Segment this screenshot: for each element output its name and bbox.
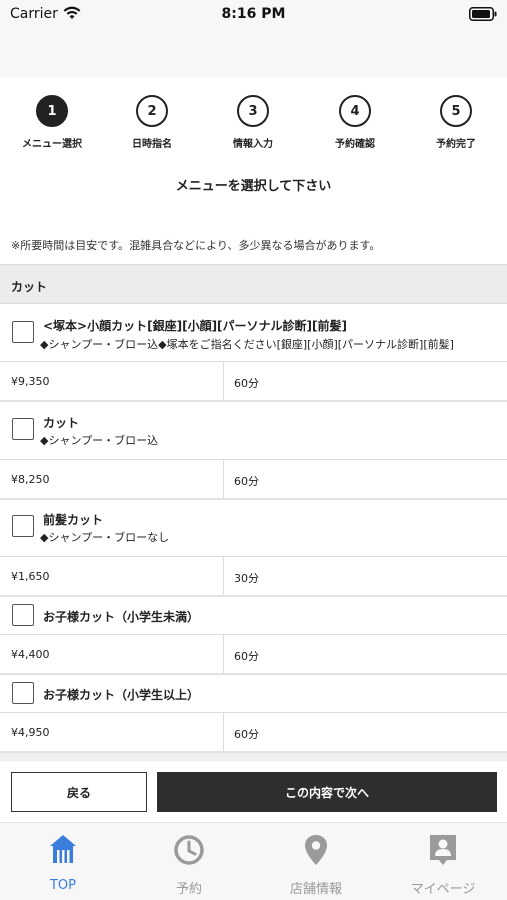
price-cell: ¥9,350: [0, 362, 224, 400]
tab-store-info[interactable]: 店舗情報: [253, 823, 379, 900]
step-label: 予約確認: [335, 139, 375, 150]
menu-item-price-row: ¥9,350 60分: [0, 362, 507, 402]
tab-label: 店舗情報: [289, 882, 342, 897]
list-divider: [0, 753, 507, 761]
menu-item-duration: 60分: [234, 650, 259, 663]
clock-time: 8:16 PM: [221, 6, 286, 22]
menu-checkbox[interactable]: [12, 682, 34, 704]
step-5: 5 予約完了: [411, 95, 501, 150]
menu-item-price: ¥8,250: [11, 473, 50, 486]
tab-reservation[interactable]: 予約: [126, 823, 252, 900]
menu-item-name: お子様カット（小学生以上）: [43, 688, 200, 702]
step-number: 1: [36, 95, 68, 127]
battery-icon: [469, 7, 497, 21]
category-label: カット: [11, 280, 48, 294]
next-button[interactable]: この内容で次へ: [157, 772, 497, 812]
step-number: 4: [339, 95, 371, 127]
tab-label: 予約: [175, 882, 202, 897]
home-icon: [50, 835, 76, 863]
step-label: 予約完了: [436, 139, 476, 150]
step-3: 3 情報入力: [208, 95, 298, 150]
price-cell: ¥4,400: [0, 635, 224, 673]
tab-label: TOP: [49, 878, 76, 893]
menu-item-name: <塚本>小顔カット[銀座][小顔][パーソナル診断][前髪]: [43, 319, 347, 333]
step-1: 1 メニュー選択: [7, 95, 97, 150]
price-cell: ¥8,250: [0, 460, 224, 498]
menu-item-price: ¥4,400: [11, 648, 50, 661]
menu-item-name: お子様カット（小学生未満）: [43, 610, 200, 624]
step-label: 日時指名: [132, 139, 172, 150]
menu-checkbox[interactable]: [12, 604, 34, 626]
user-icon: [430, 835, 456, 865]
menu-item-price-row: ¥8,250 60分: [0, 460, 507, 500]
status-bar: Carrier 8:16 PM: [0, 0, 507, 30]
menu-item-price: ¥4,950: [11, 726, 50, 739]
menu-item-name: 前髪カット: [43, 513, 104, 527]
menu-item[interactable]: お子様カット（小学生以上）: [0, 675, 507, 713]
step-number: 3: [237, 95, 269, 127]
tab-top[interactable]: TOP: [0, 823, 126, 900]
duration-note: ※所要時間は目安です。混雑具合などにより、多少異なる場合があります。: [11, 239, 381, 252]
step-label: メニュー選択: [22, 139, 82, 150]
menu-item-duration: 60分: [234, 475, 259, 488]
menu-item-description: ◆シャンプー・ブロー込◆塚本をご指名ください[銀座][小顔][パーソナル診断][…: [40, 338, 454, 351]
menu-item-description: ◆シャンプー・ブローなし: [40, 531, 170, 544]
menu-item-price-row: ¥4,400 60分: [0, 635, 507, 675]
tab-bar: TOP 予約 店舗情報 マイページ: [0, 822, 507, 900]
menu-item[interactable]: カット ◆シャンプー・ブロー込: [0, 402, 507, 460]
step-label: 情報入力: [233, 139, 273, 150]
menu-item[interactable]: <塚本>小顔カット[銀座][小顔][パーソナル診断][前髪] ◆シャンプー・ブロ…: [0, 304, 507, 362]
menu-item-name: カット: [43, 416, 80, 430]
back-button[interactable]: 戻る: [11, 772, 147, 812]
menu-item-price: ¥9,350: [11, 375, 50, 388]
step-2: 2 日時指名: [107, 95, 197, 150]
menu-item-price-row: ¥4,950 60分: [0, 713, 507, 753]
menu-item[interactable]: 前髪カット ◆シャンプー・ブローなし: [0, 500, 507, 557]
menu-checkbox[interactable]: [12, 418, 34, 440]
menu-checkbox[interactable]: [12, 515, 34, 537]
navigation-bar: [0, 30, 507, 78]
step-indicator: 1 メニュー選択 2 日時指名 3 情報入力 4 予約確認 5 予約完了: [0, 95, 507, 155]
tab-label: マイページ: [410, 882, 476, 897]
step-4: 4 予約確認: [310, 95, 400, 150]
map-pin-icon: [305, 835, 327, 865]
menu-item-duration: 30分: [234, 572, 259, 585]
category-header: カット: [0, 264, 507, 304]
clock-icon: [174, 835, 204, 865]
menu-item-duration: 60分: [234, 728, 259, 741]
menu-item-price-row: ¥1,650 30分: [0, 557, 507, 597]
tab-mypage[interactable]: マイページ: [380, 823, 506, 900]
step-number: 2: [136, 95, 168, 127]
step-number: 5: [440, 95, 472, 127]
price-cell: ¥1,650: [0, 557, 224, 595]
price-cell: ¥4,950: [0, 713, 224, 751]
menu-item[interactable]: お子様カット（小学生未満）: [0, 597, 507, 635]
menu-item-duration: 60分: [234, 377, 259, 390]
menu-checkbox[interactable]: [12, 321, 34, 343]
page-title: メニューを選択して下さい: [175, 179, 332, 194]
menu-item-price: ¥1,650: [11, 570, 50, 583]
menu-item-description: ◆シャンプー・ブロー込: [40, 434, 159, 447]
